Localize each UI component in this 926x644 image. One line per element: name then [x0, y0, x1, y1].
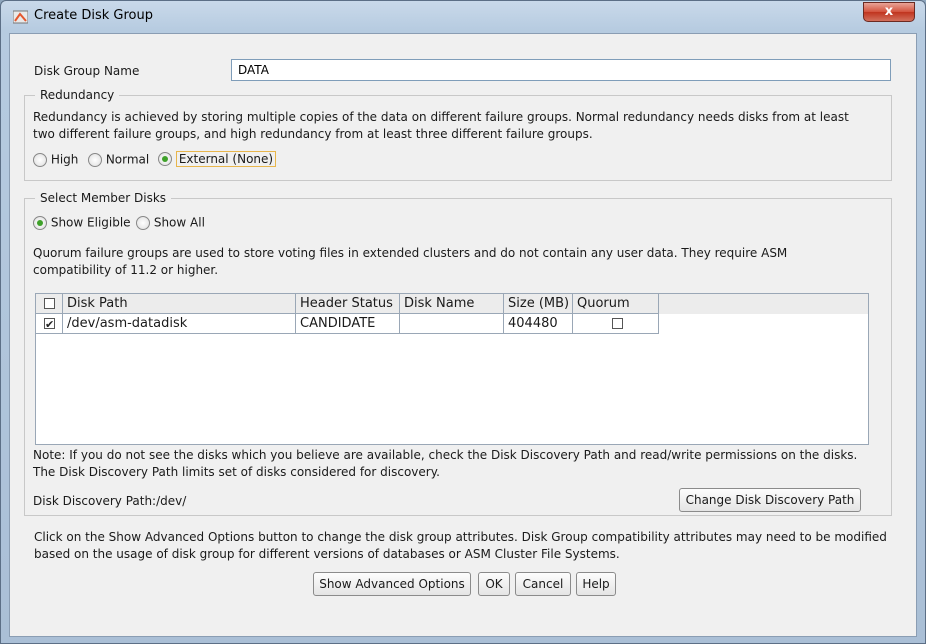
quorum-checkbox[interactable]	[612, 318, 623, 329]
disk-name-cell[interactable]	[400, 314, 504, 334]
app-icon	[13, 10, 28, 24]
advanced-info-line1: Click on the Show Advanced Options butto…	[34, 530, 887, 544]
show-all-radio[interactable]: Show All	[136, 215, 205, 230]
ok-button[interactable]: OK	[478, 572, 510, 596]
redundancy-external-label: External (None)	[175, 150, 277, 167]
show-eligible-label: Show Eligible	[50, 215, 131, 230]
member-disks-group: Select Member Disks Show Eligible Show A…	[24, 191, 892, 516]
radio-icon	[33, 152, 47, 167]
discovery-note-line1: Note: If you do not see the disks which …	[33, 448, 858, 462]
help-button[interactable]: Help	[576, 572, 616, 596]
show-eligible-radio[interactable]: Show Eligible	[33, 215, 131, 230]
redundancy-external-radio[interactable]: External (None)	[158, 150, 277, 167]
redundancy-normal-radio[interactable]: Normal	[88, 152, 149, 167]
redundancy-high-label: High	[50, 152, 79, 167]
cancel-button[interactable]: Cancel	[515, 572, 571, 596]
discovery-note-line2: The Disk Discovery Path limits set of di…	[33, 465, 440, 479]
quorum-note-line2: compatibility of 11.2 or higher.	[33, 263, 219, 277]
disk-table-header: Disk Path Header Status Disk Name Size (…	[36, 294, 868, 314]
window-title: Create Disk Group	[34, 8, 153, 23]
create-disk-group-window: Create Disk Group x Disk Group Name Redu…	[0, 0, 926, 644]
row-select-cell[interactable]	[36, 314, 63, 334]
column-header-size[interactable]: Size (MB)	[504, 294, 573, 314]
radio-selected-icon	[33, 215, 47, 230]
show-all-label: Show All	[153, 215, 205, 230]
radio-icon	[136, 215, 150, 230]
redundancy-description-line1: Redundancy is achieved by storing multip…	[33, 110, 849, 124]
column-header-header-status[interactable]: Header Status	[296, 294, 400, 314]
member-disks-legend: Select Member Disks	[35, 191, 172, 205]
disk-group-name-input[interactable]	[231, 59, 891, 81]
change-discovery-path-button[interactable]: Change Disk Discovery Path	[679, 488, 861, 512]
table-row[interactable]: /dev/asm-datadisk CANDIDATE 404480	[36, 314, 659, 334]
disk-group-name-label: Disk Group Name	[34, 64, 140, 78]
redundancy-normal-label: Normal	[105, 152, 150, 167]
show-advanced-options-button[interactable]: Show Advanced Options	[313, 572, 471, 596]
title-bar[interactable]: Create Disk Group x	[1, 1, 925, 33]
redundancy-description-line2: two different failure groups, and high r…	[33, 127, 593, 141]
select-all-cell[interactable]	[36, 294, 63, 314]
select-all-checkbox[interactable]	[44, 298, 55, 309]
column-header-quorum[interactable]: Quorum	[573, 294, 659, 314]
header-status-cell: CANDIDATE	[296, 314, 400, 334]
column-header-disk-path[interactable]: Disk Path	[63, 294, 296, 314]
disk-path-cell: /dev/asm-datadisk	[63, 314, 296, 334]
redundancy-high-radio[interactable]: High	[33, 152, 78, 167]
size-cell: 404480	[504, 314, 573, 334]
redundancy-legend: Redundancy	[35, 88, 120, 102]
row-select-checkbox[interactable]	[44, 315, 55, 334]
dialog-body: Disk Group Name Redundancy Redundancy is…	[9, 33, 917, 637]
redundancy-group: Redundancy Redundancy is achieved by sto…	[24, 88, 892, 181]
close-icon: x	[884, 4, 894, 19]
radio-icon	[88, 152, 102, 167]
close-button[interactable]: x	[863, 2, 915, 22]
advanced-info-line2: based on the usage of disk group for dif…	[34, 547, 620, 561]
column-header-disk-name[interactable]: Disk Name	[400, 294, 504, 314]
disk-table: Disk Path Header Status Disk Name Size (…	[35, 293, 869, 445]
radio-selected-icon	[158, 151, 172, 166]
quorum-note-line1: Quorum failure groups are used to store …	[33, 246, 788, 260]
discovery-path-label: Disk Discovery Path:/dev/	[33, 494, 187, 508]
quorum-cell[interactable]	[573, 314, 659, 334]
